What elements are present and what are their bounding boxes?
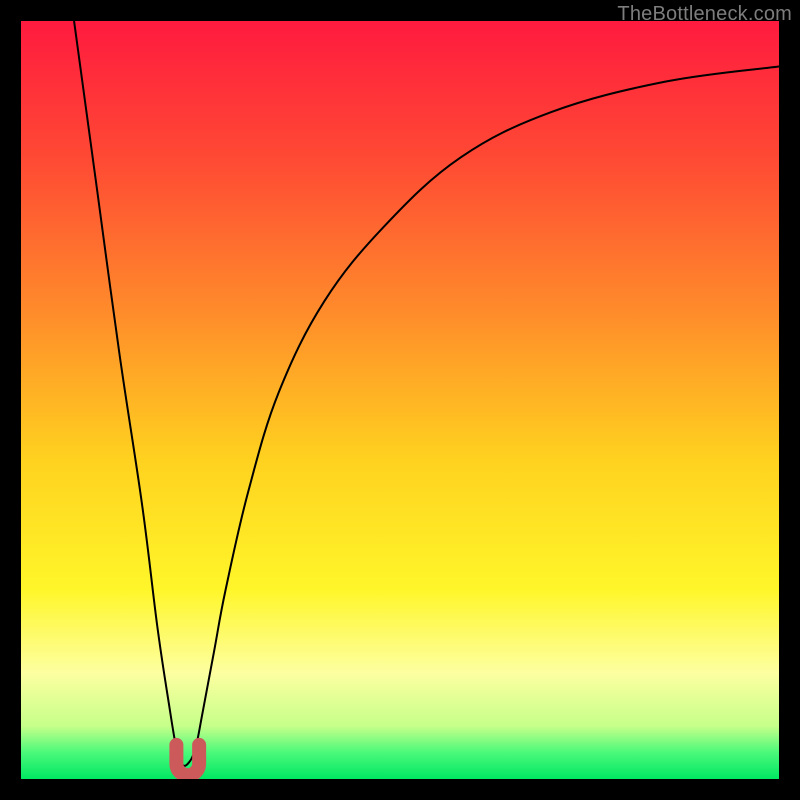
bottleneck-chart	[21, 21, 779, 779]
watermark-text: TheBottleneck.com	[617, 3, 792, 26]
chart-frame: TheBottleneck.com	[0, 0, 800, 800]
chart-background	[21, 21, 779, 779]
